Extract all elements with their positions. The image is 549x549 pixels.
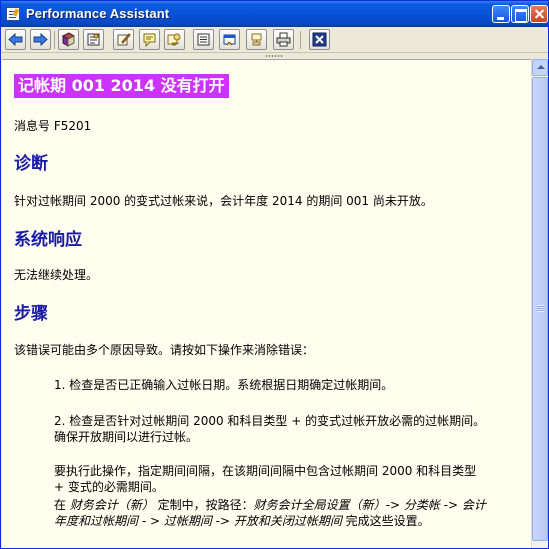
close-doc-button[interactable] (309, 29, 330, 50)
window-icon (223, 34, 236, 46)
book-icon (61, 32, 76, 47)
document-pane: 记帐期 001 2014 没有打开 消息号 F5201 诊断 针对过帐期间 20… (2, 59, 531, 548)
note-icon (143, 33, 156, 47)
edit-icon (117, 33, 131, 46)
help-button[interactable] (164, 29, 185, 50)
forward-button[interactable] (30, 29, 51, 50)
title-bar[interactable]: Performance Assistant (1, 1, 548, 27)
window-button[interactable] (219, 29, 240, 50)
step-2-line-2: 确保开放期间以进行过帐。 (54, 430, 199, 444)
tech-info-icon (87, 33, 100, 46)
step-2-line-1: 2. 检查是否针对过帐期间 2000 和科目类型 + 的变式过帐开放必需的过帐期… (54, 414, 486, 428)
back-icon (8, 32, 23, 47)
path-line-1: 在 财务会计（新） 定制中，按路径：财务会计全局设置（新）-> 分类帐 -> 会… (54, 497, 486, 513)
message-number: 消息号 F5201 (14, 119, 92, 133)
back-button[interactable] (5, 29, 26, 50)
diagnosis-text: 针对过帐期间 2000 的变式过帐来说，会计年度 2014 的期间 001 尚未… (14, 194, 433, 208)
list-button[interactable] (193, 29, 214, 50)
path-area-link: 财务会计（新） (69, 498, 154, 512)
path-line-2: 年度和过帐期间 - > 过帐期间 -> 开放和关闭过帐期间 完成这些设置。 (54, 513, 430, 529)
scroll-thumb[interactable] (532, 77, 548, 541)
exec-line-2: + 变式的必需期间。 (54, 480, 164, 494)
toolbar (1, 27, 548, 53)
scroll-up-button[interactable] (532, 59, 548, 76)
print-button[interactable] (273, 29, 294, 50)
path-menu-2: 年度和过帐期间 - > 过帐期间 -> 开放和关闭过帐期间 (54, 514, 342, 528)
path-prefix: 在 (54, 498, 70, 512)
close-icon (312, 32, 327, 47)
settings-icon (251, 33, 262, 46)
path-suffix: 完成这些设置。 (341, 514, 430, 528)
print-icon (276, 32, 291, 47)
forward-icon (33, 32, 48, 47)
exec-line-1: 要执行此操作，指定期间间隔，在该期间间隔中包含过帐期间 2000 和科目类型 (54, 464, 477, 478)
window-title: Performance Assistant (26, 6, 170, 21)
list-icon (197, 33, 210, 46)
minimize-button[interactable] (492, 5, 510, 23)
procedure-heading: 步骤 (14, 304, 48, 324)
system-response-text: 无法继续处理。 (14, 268, 99, 282)
edit-button[interactable] (113, 29, 134, 50)
maximize-button[interactable] (511, 5, 529, 23)
tech-info-button[interactable] (83, 29, 104, 50)
help-icon (167, 33, 181, 46)
step-1: 1. 检查是否已正确输入过帐日期。系统根据日期确定过帐期间。 (54, 378, 394, 392)
path-menu-1: 财务会计全局设置（新）-> 分类帐 -> 会计 (253, 498, 486, 512)
message-title: 记帐期 001 2014 没有打开 (14, 74, 229, 98)
note-button[interactable] (139, 29, 160, 50)
path-mid: 定制中，按路径： (153, 498, 254, 512)
close-window-button[interactable] (530, 5, 548, 23)
app-icon (6, 7, 20, 21)
diagnosis-heading: 诊断 (14, 154, 48, 174)
settings-button[interactable] (246, 29, 267, 50)
performance-assistant-window: Performance Assistant 记帐期 001 2014 没有打开 … (0, 0, 549, 549)
procedure-intro: 该错误可能由多个原因导致。请按如下操作来消除错误： (14, 343, 315, 357)
vertical-scrollbar[interactable] (531, 59, 548, 548)
book-button[interactable] (58, 29, 79, 50)
system-response-heading: 系统响应 (14, 230, 82, 250)
